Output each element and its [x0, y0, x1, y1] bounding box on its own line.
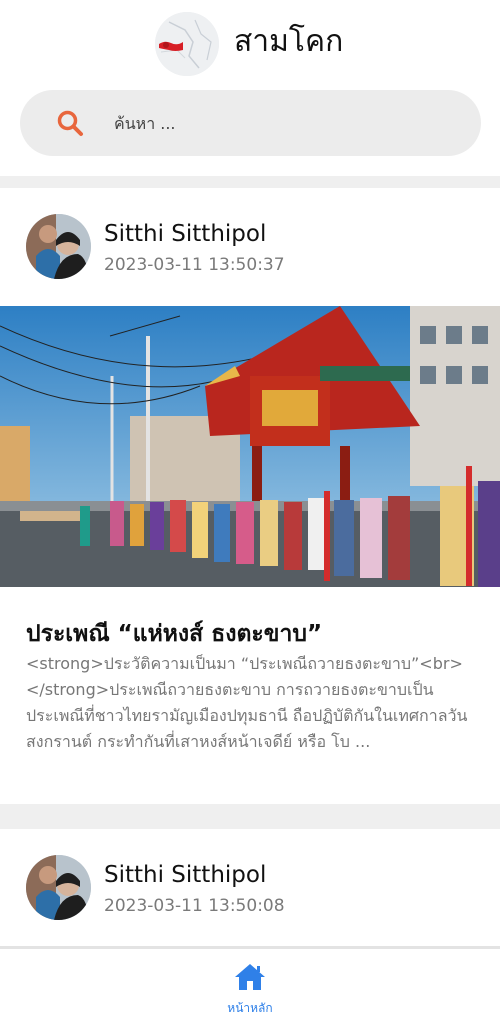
search-bar[interactable] — [20, 90, 481, 156]
bottom-navigation: หน้าหลัก — [0, 946, 500, 1024]
post-excerpt: <strong>ประวัติความเป็นมา “ประเพณีถวายธง… — [26, 654, 468, 751]
post-timestamp: 2023-03-11 13:50:08 — [104, 896, 285, 916]
search-input[interactable] — [114, 108, 454, 138]
app-header: สามโคก — [0, 0, 500, 86]
avatar[interactable] — [26, 214, 91, 279]
avatar[interactable] — [26, 855, 91, 920]
app-title: สามโคก — [234, 24, 344, 59]
post-timestamp: 2023-03-11 13:50:37 — [104, 255, 285, 275]
post-image[interactable] — [0, 306, 500, 587]
post-author[interactable]: Sitthi Sitthipol — [104, 219, 266, 249]
search-icon[interactable] — [56, 109, 84, 137]
section-divider — [0, 804, 500, 829]
post-title[interactable]: ประเพณี “แห่หงส์ ธงตะขาบ” — [26, 618, 486, 650]
home-icon[interactable] — [234, 963, 266, 991]
section-divider — [0, 176, 500, 188]
post-author[interactable]: Sitthi Sitthipol — [104, 860, 266, 890]
nav-home-label[interactable]: หน้าหลัก — [0, 999, 500, 1018]
map-pin-logo-icon — [155, 12, 219, 76]
